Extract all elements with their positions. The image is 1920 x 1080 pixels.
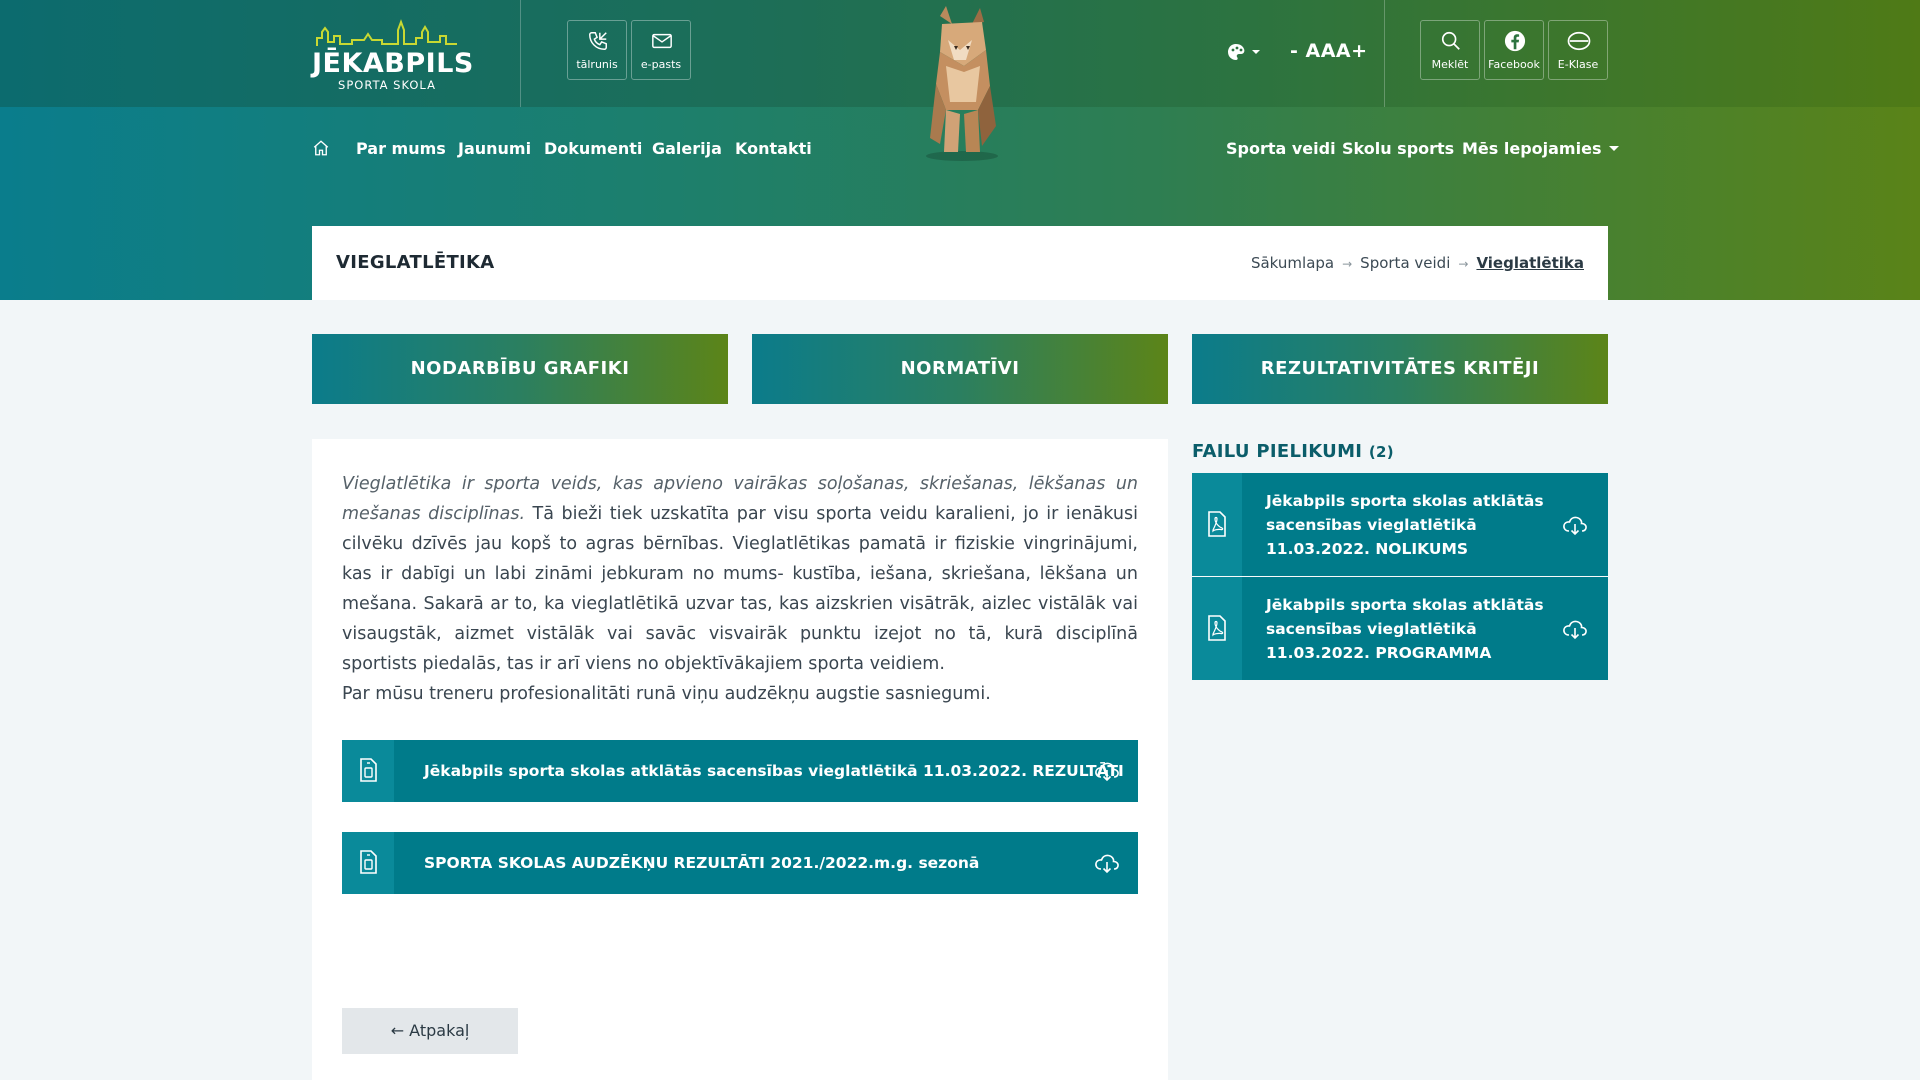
- breadcrumb: Sākumlapa → Sporta veidi → Vieglatlētika: [1251, 254, 1584, 272]
- nav-kontakti[interactable]: Kontakti: [735, 139, 812, 158]
- breadcrumb-current[interactable]: Vieglatlētika: [1476, 254, 1584, 272]
- nav-home[interactable]: [312, 139, 330, 161]
- site-logo[interactable]: JĒKABPILS SPORTA SKOLA: [312, 18, 474, 92]
- nav-skolu-sports[interactable]: Skolu sports: [1342, 139, 1454, 158]
- facebook-button[interactable]: Facebook: [1484, 20, 1544, 80]
- e-klase-label: E-Klase: [1557, 58, 1599, 71]
- back-button[interactable]: ← Atpakaļ: [342, 1008, 518, 1054]
- attachment-icon-box: [1192, 577, 1242, 680]
- attachments-count: (2): [1368, 443, 1394, 461]
- nav-sporta-veidi[interactable]: Sporta veidi: [1226, 139, 1336, 158]
- file-name: Jēkabpils sporta skolas atklātās sacensī…: [424, 762, 1124, 780]
- phone-button[interactable]: tālrunis: [567, 20, 627, 80]
- file-download-audzeknu-rezultati[interactable]: SPORTA SKOLAS AUDZĒKŅU REZULTĀTI 2021./2…: [342, 832, 1138, 894]
- attachment-name: Jēkabpils sporta skolas atklātās sacensī…: [1266, 492, 1544, 558]
- font-size-control[interactable]: - AAA+: [1290, 40, 1368, 64]
- tab-normativi[interactable]: NORMATĪVI: [752, 334, 1168, 404]
- attachment-nolikums[interactable]: Jēkabpils sporta skolas atklātās sacensī…: [1192, 473, 1608, 576]
- email-button[interactable]: e-pasts: [631, 20, 691, 80]
- cloud-download-icon: [1563, 620, 1587, 640]
- file-download-rezultati[interactable]: Jēkabpils sporta skolas atklātās sacensī…: [342, 740, 1138, 802]
- color-theme-dropdown[interactable]: [1226, 40, 1266, 64]
- e-klase-button[interactable]: E-Klase: [1548, 20, 1608, 80]
- file-name: SPORTA SKOLAS AUDZĒKŅU REZULTĀTI 2021./2…: [424, 854, 980, 872]
- logo-name: JĒKABPILS: [312, 48, 474, 79]
- mail-icon: [652, 33, 672, 49]
- email-label: e-pasts: [640, 58, 682, 71]
- logo-subtitle: SPORTA SKOLA: [338, 78, 436, 92]
- page-title: VIEGLATLĒTIKA: [336, 252, 495, 273]
- cloud-download-icon: [1563, 516, 1587, 536]
- article-paragraph-1: Vieglatlētika ir sporta veids, kas apvie…: [342, 469, 1138, 679]
- breadcrumb-home[interactable]: Sākumlapa: [1251, 254, 1334, 272]
- nav-galerija[interactable]: Galerija: [652, 139, 722, 158]
- palette-icon: [1228, 44, 1260, 60]
- header-divider-right: [1384, 0, 1385, 107]
- tab-rezultativitates-kriteji[interactable]: REZULTATIVITĀTES KRITĒJI: [1192, 334, 1608, 404]
- home-icon: [313, 140, 329, 156]
- file-document-icon: [360, 850, 377, 874]
- phone-icon: [589, 32, 607, 50]
- attachments-title-text: FAILU PIELIKUMI: [1192, 441, 1363, 462]
- article-text: Vieglatlētika ir sporta veids, kas apvie…: [342, 469, 1138, 709]
- facebook-icon: [1504, 30, 1526, 52]
- arrow-right-icon: →: [1342, 257, 1353, 271]
- pdf-file-icon: [1208, 511, 1226, 537]
- tab-nodarbibu-grafiki[interactable]: NODARBĪBU GRAFIKI: [312, 334, 728, 404]
- phone-label: tālrunis: [576, 58, 618, 71]
- facebook-label: Facebook: [1488, 58, 1540, 71]
- attachment-name: Jēkabpils sporta skolas atklātās sacensī…: [1266, 596, 1544, 662]
- lynx-mascot-icon: [926, 6, 998, 161]
- intro-rest: Tā bieži tiek uzskatīta par visu sporta …: [342, 504, 1138, 674]
- content-card: Vieglatlētika ir sporta veids, kas apvie…: [312, 439, 1168, 1080]
- cloud-download-icon: [1095, 854, 1119, 874]
- cloud-download-icon: [1095, 762, 1119, 782]
- arrow-right-icon: →: [1458, 257, 1469, 271]
- file-icon-box: [342, 740, 394, 802]
- file-icon-box: [342, 832, 394, 894]
- article-paragraph-2: Par mūsu treneru profesionalitāti runā v…: [342, 684, 991, 704]
- attachments-title: FAILU PIELIKUMI (2): [1192, 441, 1394, 462]
- nav-dokumenti[interactable]: Dokumenti: [544, 139, 642, 158]
- header-divider: [520, 0, 521, 107]
- attachment-programma[interactable]: Jēkabpils sporta skolas atklātās sacensī…: [1192, 577, 1608, 680]
- search-icon: [1441, 31, 1460, 50]
- file-document-icon: [360, 758, 377, 782]
- search-label: Meklēt: [1431, 58, 1469, 71]
- chevron-down-icon: [1609, 146, 1620, 151]
- breadcrumb-sporta-veidi[interactable]: Sporta veidi: [1360, 254, 1450, 272]
- nav-mes-lepojamies-label: Mēs lepojamies: [1462, 139, 1602, 158]
- nav-mes-lepojamies[interactable]: Mēs lepojamies: [1462, 139, 1620, 158]
- search-button[interactable]: Meklēt: [1420, 20, 1480, 80]
- skyline-icon: [316, 19, 457, 46]
- nav-par-mums[interactable]: Par mums: [356, 139, 446, 158]
- pdf-file-icon: [1208, 615, 1226, 641]
- page-title-bar: VIEGLATLĒTIKA Sākumlapa → Sporta veidi → Vie…: [312, 226, 1608, 300]
- e-klase-icon: [1567, 31, 1591, 51]
- nav-jaunumi[interactable]: Jaunumi: [458, 139, 531, 158]
- attachment-icon-box: [1192, 473, 1242, 576]
